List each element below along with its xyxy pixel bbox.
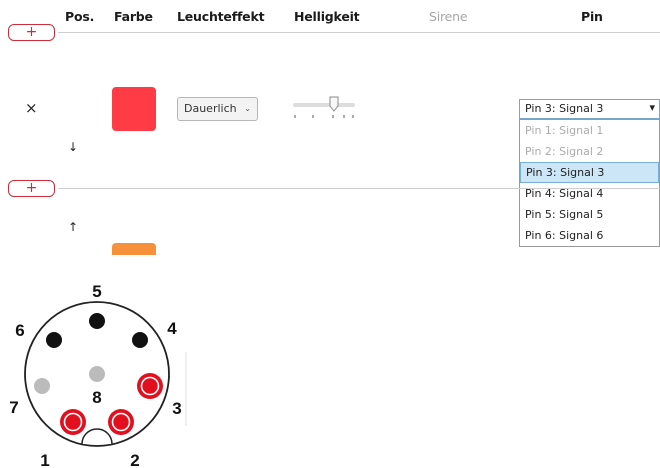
pin-4-dot: [132, 332, 148, 348]
pin-label-3: 3: [172, 399, 181, 418]
pin-label-4: 4: [167, 319, 177, 338]
pin-option[interactable]: Pin 6: Signal 6: [520, 225, 659, 246]
connector-pinout-diagram: 1 2 3 4 5 6 7 8: [9, 282, 187, 468]
pin-option[interactable]: Pin 4: Signal 4: [520, 183, 659, 204]
effect-select-value: Dauerlich: [184, 102, 237, 115]
move-up-button[interactable]: ↑: [68, 220, 78, 234]
pin-option[interactable]: Pin 5: Signal 5: [520, 204, 659, 225]
pin-label-8: 8: [92, 388, 101, 407]
chevron-down-icon: ⌄: [244, 104, 251, 113]
row-divider: [58, 32, 660, 33]
caret-down-icon: ▾: [649, 101, 655, 114]
pin-5-dot: [89, 313, 105, 329]
pin-label-6: 6: [15, 321, 24, 340]
delete-row-button[interactable]: ×: [25, 101, 38, 116]
pin-label-2: 2: [130, 451, 139, 468]
pin-option: Pin 2: Signal 2: [525, 145, 604, 158]
slider-track: [293, 103, 355, 107]
pin-dropdown-list: Pin 1: Signal 1 Pin 2: Signal 2 Pin 3: Sig…: [519, 119, 660, 247]
pin-6-dot: [46, 332, 62, 348]
effect-select[interactable]: Dauerlich ⌄: [177, 97, 258, 121]
pin-select[interactable]: Pin 3: Signal 3 ▾: [519, 99, 660, 119]
slider-thumb: [329, 96, 339, 112]
add-row-button[interactable]: +: [8, 180, 55, 197]
brightness-slider[interactable]: [293, 96, 355, 122]
header-pos: Pos.: [65, 9, 95, 24]
add-row-button[interactable]: +: [8, 24, 55, 41]
header-sirene: Sirene: [429, 9, 468, 24]
pin-label-5: 5: [92, 282, 101, 301]
pin-label-1: 1: [40, 451, 49, 468]
row-divider: [58, 188, 660, 189]
pin-8-dot: [89, 366, 105, 382]
color-swatch[interactable]: [112, 243, 156, 255]
pin-option[interactable]: Pin 3: Signal 3: [520, 162, 659, 183]
pin-select-value: Pin 3: Signal 3: [525, 102, 604, 115]
pin-7-dot: [34, 378, 50, 394]
header-pin: Pin: [581, 9, 603, 24]
header-farbe: Farbe: [114, 9, 153, 24]
header-leuchteffekt: Leuchteffekt: [177, 9, 265, 24]
pin-label-7: 7: [9, 398, 18, 417]
header-helligkeit: Helligkeit: [294, 9, 360, 24]
color-swatch[interactable]: [112, 87, 156, 131]
move-down-button[interactable]: ↓: [68, 140, 78, 154]
pin-option: Pin 1: Signal 1: [525, 124, 604, 137]
